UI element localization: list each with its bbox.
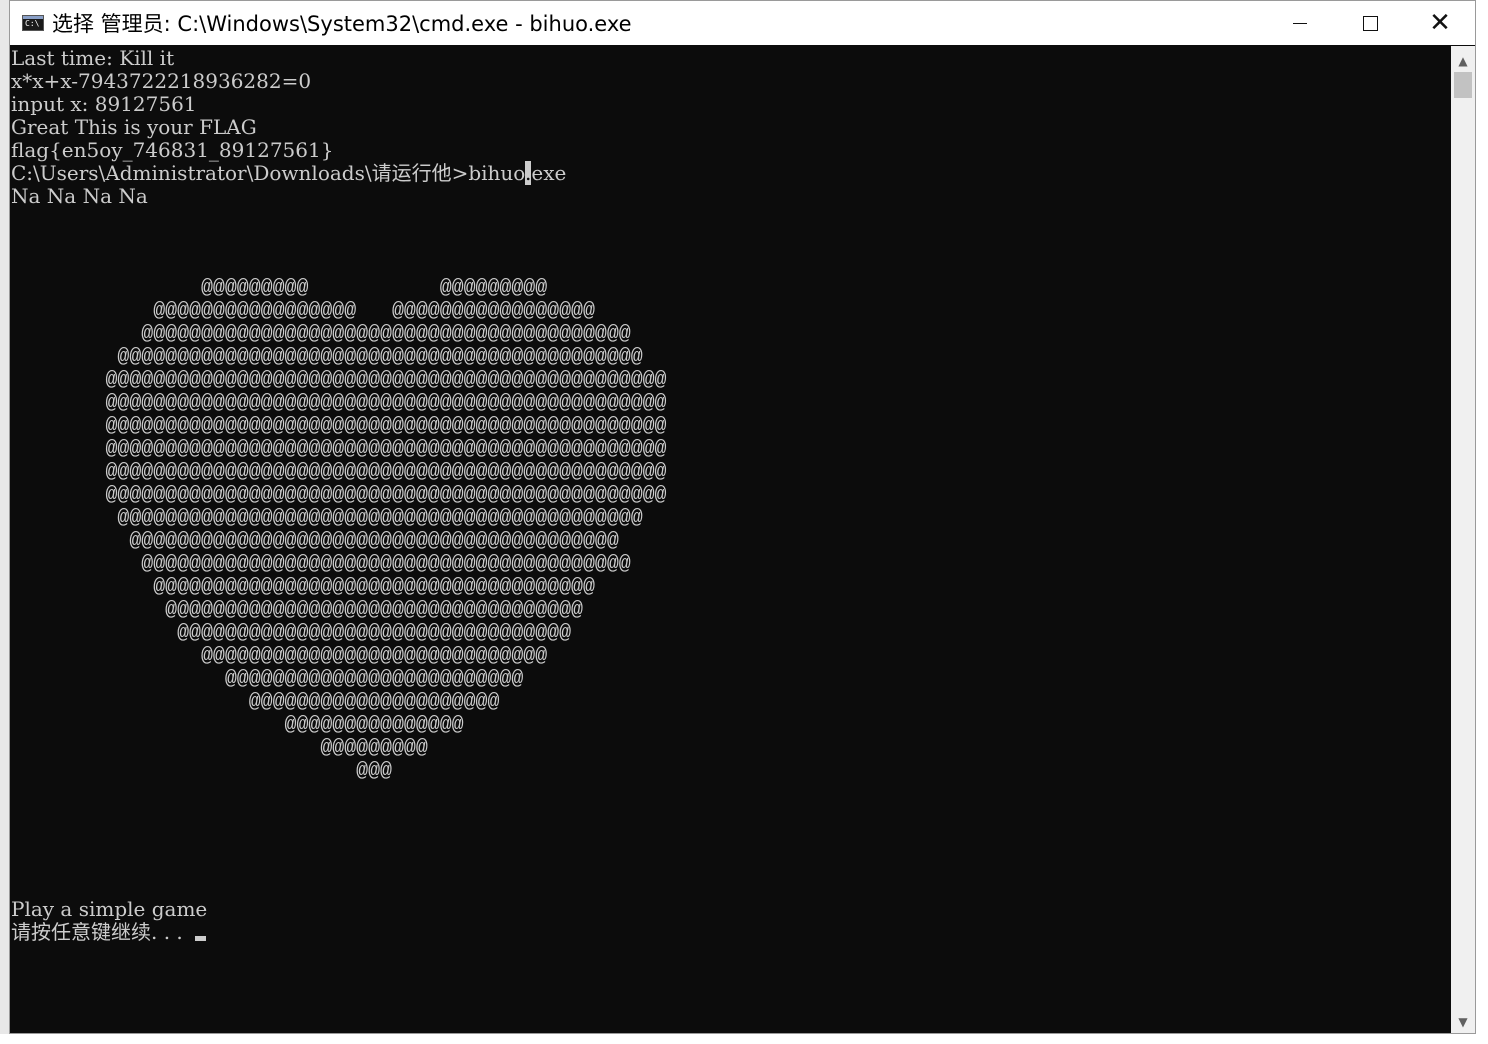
heart-row: @@@@@@@@@@@@@@@@@@@@@@@@@ <box>10 667 524 690</box>
text-cursor <box>194 936 206 941</box>
scroll-up-arrow-icon[interactable]: ▲ <box>1451 50 1475 72</box>
maximize-icon <box>1362 15 1378 31</box>
heart-row: @@@@@@@@@@@@@@@@@ @@@@@@@@@@@@@@@@@ <box>10 299 595 322</box>
heart-row: @@@@@@@@@@@@@@@@@@@@@@@@@@@@@@@@@@@@@@@@… <box>10 437 667 460</box>
prompt-text: C:\Users\Administrator\Downloads\请运行他>bi… <box>11 161 525 185</box>
maximize-button[interactable] <box>1335 1 1405 45</box>
heart-row: @@@@@@@@@@@@@@@ <box>10 713 464 736</box>
window-title: 选择 管理员: C:\Windows\System32\cmd.exe - bi… <box>52 12 632 36</box>
console-line: input x: 89127561 <box>11 92 197 116</box>
heart-row: @@@ <box>10 759 392 782</box>
console-line: Last time: Kill it <box>11 46 175 70</box>
console-output[interactable]: Last time: Kill it x*x+x-794372221893628… <box>10 46 1451 1033</box>
heart-row: @@@@@@@@@@@@@@@@@@@@@@@@@@@@@@@@@@@@@@@@… <box>10 368 667 391</box>
console-line: x*x+x-7943722218936282=0 <box>11 69 312 93</box>
minimize-icon <box>1293 22 1307 24</box>
prompt-line: C:\Users\Administrator\Downloads\请运行他>bi… <box>11 161 567 185</box>
press-key-text: 请按任意键继续. . . <box>11 920 183 944</box>
heart-row: @@@@@@@@@@@@@@@@@@@@@@@@@@@@@@@@@@@@@@@@… <box>10 483 667 506</box>
heart-row: @@@@@@@@@@@@@@@@@@@@@@@@@@@@@@@@@@@ <box>10 598 583 621</box>
heart-row: @@@@@@@@@@@@@@@@@@@@@@@@@@@@@@@@@@@@@@@@… <box>10 552 631 575</box>
ascii-heart: @@@@@@@@@ @@@@@@@@@ @@@@@@@@@@@@@@@@@ @@… <box>10 276 667 782</box>
vertical-scrollbar[interactable]: ▲ ▼ <box>1451 46 1475 1033</box>
heart-row: @@@@@@@@@@@@@@@@@@@@@@@@@@@@@ <box>10 644 548 667</box>
heart-row: @@@@@@@@@@@@@@@@@@@@@@@@@@@@@@@@@ <box>10 621 572 644</box>
heart-row: @@@@@@@@@@@@@@@@@@@@@ <box>10 690 500 713</box>
title-bar[interactable]: 选择 管理员: C:\Windows\System32\cmd.exe - bi… <box>10 1 1475 45</box>
heart-row: @@@@@@@@@@@@@@@@@@@@@@@@@@@@@@@@@@@@@@@@… <box>10 414 667 437</box>
window-controls: ✕ <box>1265 1 1475 45</box>
prompt-text-after: exe <box>531 161 567 185</box>
console-bottom-lines: Play a simple game 请按任意键继续. . . <box>11 898 207 944</box>
heart-row: @@@@@@@@@@@@@@@@@@@@@@@@@@@@@@@@@@@@@@@@… <box>10 345 643 368</box>
heart-row: @@@@@@@@@ @@@@@@@@@ <box>10 276 548 299</box>
game-line: Play a simple game <box>11 897 208 921</box>
scrollbar-thumb[interactable] <box>1454 72 1472 98</box>
heart-row: @@@@@@@@@@@@@@@@@@@@@@@@@@@@@@@@@@@@@@@@… <box>10 460 667 483</box>
console-line: Great This is your FLAG <box>11 115 257 139</box>
cmd-app-icon[interactable] <box>22 15 44 31</box>
heart-row: @@@@@@@@@@@@@@@@@@@@@@@@@@@@@@@@@@@@@@@@… <box>10 391 667 414</box>
na-line: Na Na Na Na <box>11 184 148 208</box>
heart-row: @@@@@@@@@@@@@@@@@@@@@@@@@@@@@@@@@@@@@@@@… <box>10 529 619 552</box>
heart-row: @@@@@@@@@@@@@@@@@@@@@@@@@@@@@@@@@@@@@@@@… <box>10 322 631 345</box>
flag-line: flag{en5oy_746831_89127561} <box>11 138 334 162</box>
background-window-edge <box>0 0 9 1044</box>
console-top-lines: Last time: Kill it x*x+x-794372221893628… <box>11 47 566 208</box>
heart-row: @@@@@@@@@@@@@@@@@@@@@@@@@@@@@@@@@@@@@ <box>10 575 595 598</box>
desktop-bottom-edge <box>0 1034 1488 1044</box>
cmd-window: 选择 管理员: C:\Windows\System32\cmd.exe - bi… <box>9 0 1476 1034</box>
minimize-button[interactable] <box>1265 1 1335 45</box>
close-button[interactable]: ✕ <box>1405 1 1475 45</box>
press-key-line: 请按任意键继续. . . <box>11 921 207 944</box>
heart-row: @@@@@@@@@ <box>10 736 428 759</box>
scroll-down-arrow-icon[interactable]: ▼ <box>1451 1011 1475 1033</box>
heart-row: @@@@@@@@@@@@@@@@@@@@@@@@@@@@@@@@@@@@@@@@… <box>10 506 643 529</box>
close-icon: ✕ <box>1429 8 1451 38</box>
